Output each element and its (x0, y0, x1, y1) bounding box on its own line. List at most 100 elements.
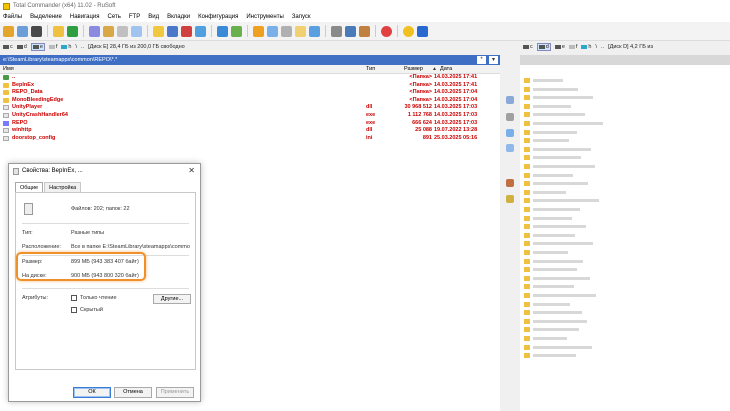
menu-selection[interactable]: Выделение (30, 14, 62, 20)
file-row[interactable]: winhttp dll 25 088 19.07.2022 13:28 (0, 127, 500, 135)
unpack-icon[interactable] (103, 25, 114, 37)
column-name[interactable]: Имя (3, 66, 14, 72)
cmd-icon[interactable] (331, 25, 342, 37)
list-item[interactable] (520, 137, 730, 144)
list-item[interactable] (520, 266, 730, 273)
forward-arrow-icon[interactable] (67, 25, 78, 37)
left-drive-c[interactable]: c (3, 44, 13, 50)
other-attributes-button[interactable]: Другие... (153, 294, 191, 304)
list-item[interactable] (520, 129, 730, 136)
pack-icon[interactable] (506, 179, 514, 187)
list-item[interactable] (520, 283, 730, 290)
left-drive-h[interactable]: h (61, 44, 71, 50)
file-row[interactable]: REPO_Data <Папка> 14.03.2025 17:04 (0, 89, 500, 97)
column-date[interactable]: Дата (440, 66, 452, 72)
right-root-button[interactable]: \ (595, 44, 597, 50)
menu-files[interactable]: Файлы (3, 14, 22, 20)
list-item[interactable] (520, 258, 730, 265)
list-item[interactable] (520, 223, 730, 230)
monitor-icon[interactable] (345, 25, 356, 37)
list-item[interactable] (520, 215, 730, 222)
list-item[interactable] (520, 103, 730, 110)
list-item[interactable] (520, 180, 730, 187)
menu-navigation[interactable]: Навигация (70, 14, 100, 20)
list-item[interactable] (520, 94, 730, 101)
hidden-checkbox[interactable] (71, 307, 77, 313)
list-item[interactable] (520, 309, 730, 316)
right-up-button[interactable]: .. (601, 44, 604, 50)
copy-icon[interactable] (309, 25, 320, 37)
refresh-icon[interactable] (3, 25, 14, 37)
list-item[interactable] (520, 120, 730, 127)
sync-icon[interactable] (217, 25, 228, 37)
file-row[interactable]: UnityCrashHandler64 exe 1 112 768 14.03.… (0, 112, 500, 120)
right-drive-h[interactable]: h (581, 44, 591, 50)
compare-icon[interactable] (231, 25, 242, 37)
history-dropdown-button[interactable]: ▾ (489, 56, 498, 64)
notepad-icon[interactable] (281, 25, 292, 37)
close-icon[interactable]: ✕ (188, 166, 195, 175)
menu-network[interactable]: Сеть (108, 14, 121, 20)
menu-configuration[interactable]: Конфигурация (198, 14, 238, 20)
apply-button[interactable]: Применить (156, 387, 194, 398)
file-row[interactable]: MonoBleedingEdge <Папка> 14.03.2025 17:0… (0, 97, 500, 105)
copy-icon[interactable] (506, 129, 514, 137)
right-file-panel[interactable] (520, 65, 730, 411)
list-item[interactable] (520, 249, 730, 256)
left-up-button[interactable]: .. (81, 44, 84, 50)
menu-launch[interactable]: Запуск (292, 14, 311, 20)
file-row[interactable]: .. <Папка> 14.03.2025 17:41 (0, 74, 500, 82)
star-icon[interactable] (153, 25, 164, 37)
menu-tools[interactable]: Инструменты (246, 14, 283, 20)
ftp-new-icon[interactable] (131, 25, 142, 37)
left-drive-e[interactable]: e (30, 43, 45, 51)
list-item[interactable] (520, 206, 730, 213)
move-icon[interactable] (506, 144, 514, 152)
cancel-button[interactable]: Отмена (114, 387, 152, 398)
back-arrow-icon[interactable] (53, 25, 64, 37)
list-item[interactable] (520, 197, 730, 204)
right-path-bar[interactable] (520, 55, 730, 65)
file-row[interactable]: UnityPlayer dll 30 968 512 14.03.2025 17… (0, 104, 500, 112)
list-item[interactable] (520, 326, 730, 333)
browser-icon[interactable] (381, 25, 392, 37)
smiley-icon[interactable] (403, 25, 414, 37)
menu-ftp[interactable]: FTP (129, 14, 140, 20)
multi-rename-icon[interactable] (181, 25, 192, 37)
pack-icon[interactable] (89, 25, 100, 37)
list-item[interactable] (520, 232, 730, 239)
menu-view[interactable]: Вид (148, 14, 159, 20)
edit-icon[interactable] (167, 25, 178, 37)
right-drive-c[interactable]: c (523, 44, 533, 50)
list-item[interactable] (520, 344, 730, 351)
column-type[interactable]: Тип (366, 66, 375, 72)
list-item[interactable] (520, 301, 730, 308)
settings-icon[interactable] (359, 25, 370, 37)
list-item[interactable] (520, 318, 730, 325)
search-icon[interactable] (506, 96, 514, 104)
ok-button[interactable]: ОК (73, 387, 111, 398)
readonly-checkbox[interactable] (71, 295, 77, 301)
left-root-button[interactable]: \ (75, 44, 77, 50)
file-row[interactable]: REPO exe 666 624 14.03.2025 17:03 (0, 120, 500, 128)
right-drive-d[interactable]: d (536, 43, 551, 51)
list-item[interactable] (520, 172, 730, 179)
right-drive-f[interactable]: f (568, 44, 577, 50)
left-drive-d[interactable]: d (16, 44, 27, 50)
list-item[interactable] (520, 111, 730, 118)
search-icon[interactable] (195, 25, 206, 37)
thumbnails-icon[interactable] (17, 25, 28, 37)
history-star-button[interactable]: * (477, 56, 486, 64)
list-item[interactable] (520, 86, 730, 93)
unpack-icon[interactable] (506, 195, 514, 203)
folder-icon[interactable] (295, 25, 306, 37)
info-icon[interactable] (417, 25, 428, 37)
list-item[interactable] (520, 352, 730, 359)
list-item[interactable] (520, 189, 730, 196)
left-path-bar[interactable]: e:\SteamLibrary\steamapps\common\REPO\*.… (0, 55, 500, 65)
menu-tabs[interactable]: Вкладки (167, 14, 190, 20)
list-item[interactable] (520, 292, 730, 299)
file-row[interactable]: doorstop_config ini 891 25.03.2025 05:16 (0, 135, 500, 143)
right-drive-e[interactable]: e (554, 44, 565, 50)
search-files-icon[interactable] (267, 25, 278, 37)
